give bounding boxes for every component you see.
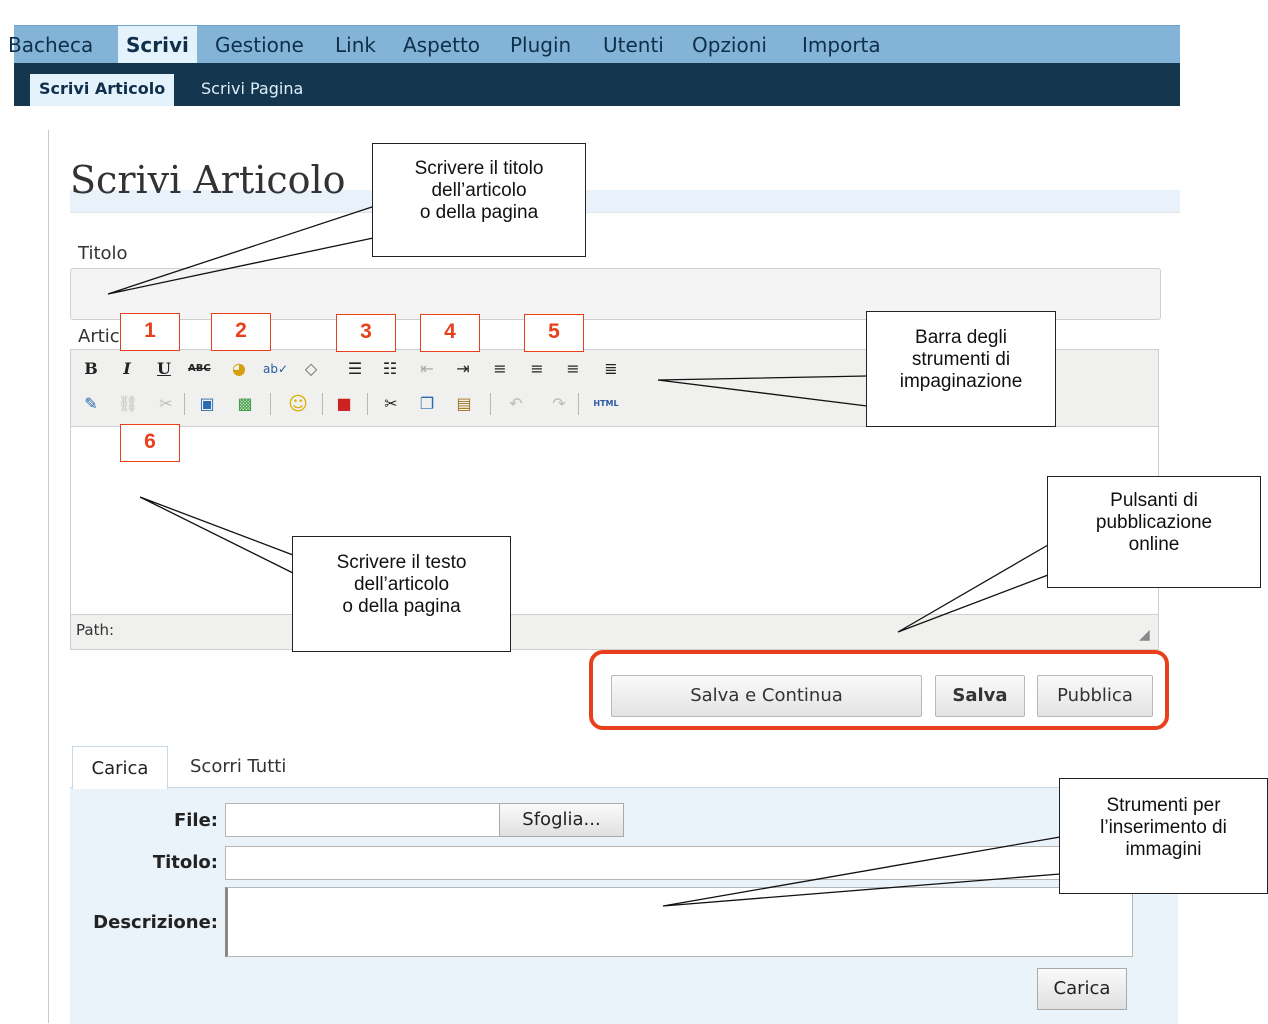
- title-pointer: [107, 204, 379, 295]
- callout-images-line: l’inserimento di: [1100, 817, 1227, 838]
- callout-publish-line: pubblicazione: [1095, 512, 1213, 533]
- callout-text-line: o della pagina: [342, 596, 461, 617]
- publish-pointer: [897, 544, 1049, 633]
- number-badge-6: 6: [120, 424, 180, 462]
- callout-title-line: Scrivere il titolo: [414, 158, 544, 179]
- toolbar-pointer: [657, 375, 868, 407]
- callout-toolbar-line: strumenti di: [911, 349, 1011, 370]
- images-pointer: [662, 836, 1061, 907]
- callout-publish-line: Pulsanti di: [1110, 490, 1198, 511]
- callout-toolbar-line: impaginazione: [899, 371, 1023, 392]
- callout-text-line: Scrivere il testo: [336, 552, 467, 573]
- number-badge-5: 5: [524, 314, 584, 352]
- number-badge-4: 4: [420, 314, 480, 352]
- callout-publish: Pulsanti di pubblicazione online: [1047, 476, 1261, 588]
- callout-publish-line: online: [1128, 534, 1180, 555]
- callout-images: Strumenti per l’inserimento di immagini: [1059, 778, 1268, 894]
- callout-images-line: immagini: [1125, 839, 1202, 860]
- callout-title: Scrivere il titolo dell’articolo o della…: [372, 143, 586, 257]
- callout-toolbar-line: Barra degli: [915, 327, 1007, 348]
- callout-images-line: Strumenti per: [1106, 795, 1221, 816]
- callout-title-line: dell’articolo: [431, 180, 527, 201]
- text-pointer: [139, 496, 294, 574]
- callout-text: Scrivere il testo dell’articolo o della …: [292, 536, 511, 652]
- number-badge-3: 3: [336, 314, 396, 352]
- callout-title-line: o della pagina: [419, 202, 539, 223]
- number-badge-2: 2: [211, 313, 271, 351]
- number-badge-1: 1: [120, 313, 180, 351]
- callout-text-line: dell’articolo: [353, 574, 450, 595]
- callout-toolbar: Barra degli strumenti di impaginazione: [866, 311, 1056, 427]
